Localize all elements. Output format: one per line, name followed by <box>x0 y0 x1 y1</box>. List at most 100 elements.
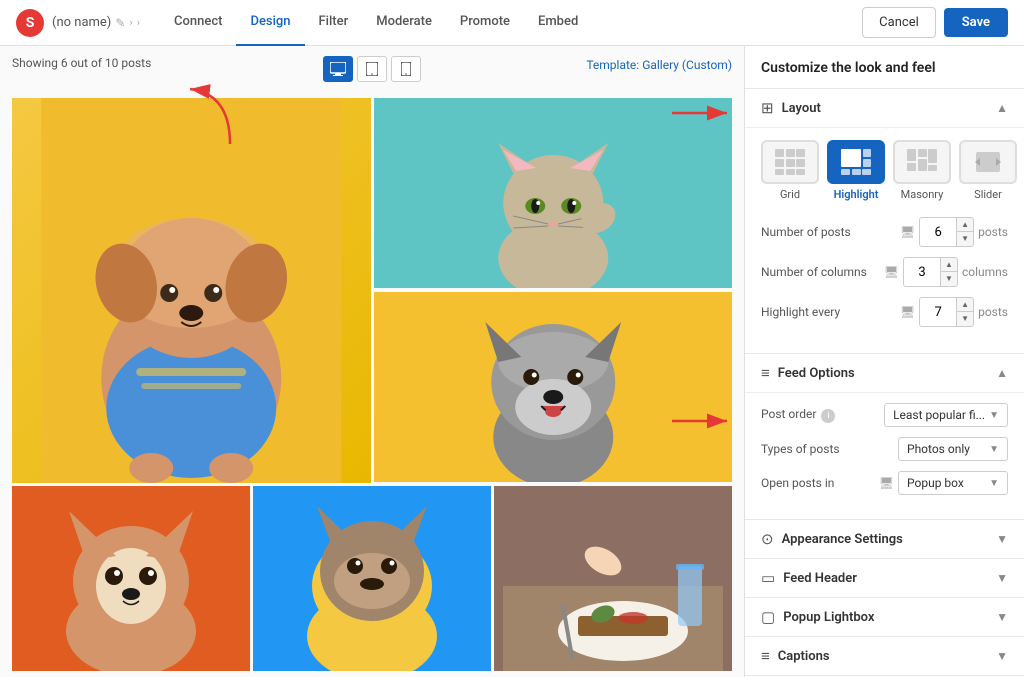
feed-header-section-header[interactable]: ▭ Feed Header ▼ <box>745 558 1024 597</box>
captions-title: Captions <box>778 649 830 664</box>
mobile-view-button[interactable] <box>391 56 421 82</box>
num-posts-down[interactable]: ▼ <box>957 232 973 246</box>
device-icon-open: 🖥 <box>879 476 894 490</box>
feed-options-icon: ≡ <box>761 364 770 382</box>
highlight-every-input[interactable] <box>920 298 956 326</box>
breadcrumb: (no name) ✎ › › <box>52 15 140 30</box>
feed-header-chevron: ▼ <box>996 571 1008 585</box>
highlight-unit: posts <box>978 305 1008 319</box>
columns-unit: columns <box>962 265 1008 279</box>
slider-label: Slider <box>974 188 1002 201</box>
highlight-down[interactable]: ▼ <box>957 312 973 326</box>
panel-title: Customize the look and feel <box>745 46 1024 88</box>
num-posts-input[interactable] <box>920 218 956 246</box>
highlight-every-label: Highlight every <box>761 305 892 319</box>
num-posts-label: Number of posts <box>761 225 892 239</box>
types-of-posts-row: Types of posts Photos only ▼ <box>761 437 1008 461</box>
popup-lightbox-header[interactable]: ▢ Popup Lightbox ▼ <box>745 597 1024 636</box>
main-layout: Showing 6 out of 10 posts Template: Gall… <box>0 46 1024 677</box>
photo-cell-dog1 <box>12 98 371 483</box>
layout-section-title: Layout <box>782 101 821 116</box>
photo-grid <box>12 98 732 671</box>
post-order-info-icon[interactable]: i <box>821 409 835 423</box>
photo-cell-cat <box>374 98 733 288</box>
layout-option-masonry[interactable]: Masonry <box>893 140 951 201</box>
tab-design[interactable]: Design <box>236 0 304 46</box>
captions-header[interactable]: ≡ Captions ▼ <box>745 636 1024 675</box>
popup-chevron: ▼ <box>996 610 1008 624</box>
layout-option-highlight[interactable]: Highlight <box>827 140 885 201</box>
feed-options-title: Feed Options <box>778 366 855 381</box>
tab-connect[interactable]: Connect <box>160 0 236 46</box>
masonry-label: Masonry <box>901 188 944 201</box>
tab-promote[interactable]: Promote <box>446 0 524 46</box>
appearance-section-header[interactable]: ⊙ Appearance Settings ▼ <box>745 519 1024 558</box>
appearance-section: ⊙ Appearance Settings ▼ <box>745 519 1024 558</box>
open-posts-dropdown[interactable]: Popup box ▼ <box>898 471 1008 495</box>
highlight-label: Highlight <box>834 188 879 201</box>
appearance-title: Appearance Settings <box>782 532 903 547</box>
logo: S <box>16 9 44 37</box>
captions-icon: ≡ <box>761 647 770 665</box>
layout-section: ⊞ Layout ▲ <box>745 88 1024 353</box>
highlight-layout-icon[interactable] <box>827 140 885 184</box>
photo-cell-frenchie <box>253 486 491 671</box>
feed-options-header[interactable]: ≡ Feed Options ▲ <box>745 353 1024 392</box>
open-posts-chevron: ▼ <box>989 478 999 489</box>
num-cols-up[interactable]: ▲ <box>941 258 957 272</box>
captions-chevron: ▼ <box>996 649 1008 663</box>
open-posts-label: Open posts in <box>761 476 871 490</box>
device-icon-highlight: 🖥 <box>900 305 915 319</box>
num-posts-up[interactable]: ▲ <box>957 218 973 232</box>
device-icon-cols: 🖥 <box>884 265 899 279</box>
feed-options-body: Post order i Least popular fi... ▼ Types… <box>745 392 1024 519</box>
grid-layout-icon[interactable] <box>761 140 819 184</box>
layout-options: Grid <box>761 140 1008 201</box>
num-columns-label: Number of columns <box>761 265 876 279</box>
tablet-view-button[interactable] <box>357 56 387 82</box>
tab-moderate[interactable]: Moderate <box>362 0 446 46</box>
popup-icon: ▢ <box>761 608 775 626</box>
desktop-view-button[interactable] <box>323 56 353 82</box>
masonry-layout-icon[interactable] <box>893 140 951 184</box>
posts-unit: posts <box>978 225 1008 239</box>
types-chevron: ▼ <box>989 444 999 455</box>
save-button[interactable]: Save <box>944 8 1008 37</box>
layout-section-header[interactable]: ⊞ Layout ▲ <box>745 88 1024 127</box>
edit-icon[interactable]: ✎ <box>115 16 125 30</box>
grid-label: Grid <box>780 188 800 201</box>
top-nav: S (no name) ✎ › › Connect Design Filter … <box>0 0 1024 46</box>
layout-icon-symbol: ⊞ <box>761 99 774 117</box>
feed-options-chevron-up: ▲ <box>996 366 1008 380</box>
popup-lightbox-section: ▢ Popup Lightbox ▼ <box>745 597 1024 636</box>
layout-option-slider[interactable]: Slider <box>959 140 1017 201</box>
types-of-posts-dropdown[interactable]: Photos only ▼ <box>898 437 1008 461</box>
captions-section: ≡ Captions ▼ <box>745 636 1024 675</box>
post-order-row: Post order i Least popular fi... ▼ <box>761 403 1008 427</box>
photo-row2 <box>12 486 732 671</box>
num-posts-row: Number of posts 🖥 ▲ ▼ posts <box>761 217 1008 247</box>
feed-options-section: ≡ Feed Options ▲ Post order i Least popu… <box>745 353 1024 519</box>
device-icon-posts: 🖥 <box>900 225 915 239</box>
cancel-button[interactable]: Cancel <box>862 7 936 38</box>
highlight-every-input-wrap: ▲ ▼ <box>919 297 974 327</box>
appearance-icon: ⊙ <box>761 530 774 548</box>
photo-col2 <box>374 98 733 483</box>
num-posts-input-wrap: ▲ ▼ <box>919 217 974 247</box>
content-area: Showing 6 out of 10 posts Template: Gall… <box>0 46 744 677</box>
post-order-dropdown[interactable]: Least popular fi... ▼ <box>884 403 1008 427</box>
layout-section-body: Grid <box>745 127 1024 353</box>
feed-header-title: Feed Header <box>783 571 857 586</box>
photo-cell-corgi <box>12 486 250 671</box>
tab-filter[interactable]: Filter <box>305 0 363 46</box>
slider-layout-icon[interactable] <box>959 140 1017 184</box>
layout-chevron-up: ▲ <box>996 101 1008 115</box>
photo-cell-dog2 <box>374 292 733 482</box>
num-columns-input[interactable] <box>904 258 940 286</box>
tab-embed[interactable]: Embed <box>524 0 592 46</box>
post-order-chevron: ▼ <box>989 410 999 421</box>
highlight-up[interactable]: ▲ <box>957 298 973 312</box>
num-cols-down[interactable]: ▼ <box>941 272 957 286</box>
photo-cell-food <box>494 486 732 671</box>
layout-option-grid[interactable]: Grid <box>761 140 819 201</box>
